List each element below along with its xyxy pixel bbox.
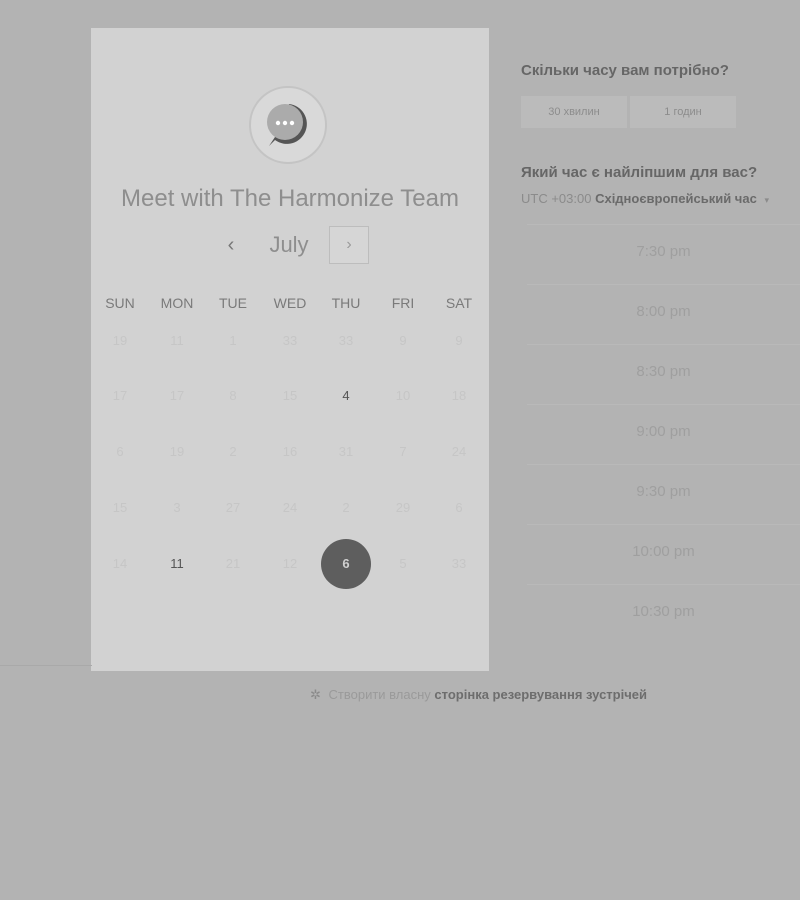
weekday-label: FRI xyxy=(391,295,415,311)
unavailable-day: 29 xyxy=(395,500,411,515)
unavailable-day: 24 xyxy=(282,500,298,515)
unavailable-day: 11 xyxy=(170,333,184,348)
weekday-label: THU xyxy=(331,295,361,311)
unavailable-day: 9 xyxy=(399,333,407,348)
duration-option-30-min[interactable]: 30 хвилин xyxy=(521,96,627,128)
available-day[interactable]: 11 xyxy=(152,539,202,589)
month-label: July xyxy=(269,232,309,257)
unavailable-day: 16 xyxy=(282,444,298,459)
unavailable-day: 24 xyxy=(451,444,467,459)
unavailable-day: 33 xyxy=(282,333,298,348)
unavailable-day: 33 xyxy=(338,333,354,348)
time-selection-panel: Скільки часу вам потрібно? 30 хвилин 1 г… xyxy=(521,0,800,900)
prev-month-button[interactable]: ‹ xyxy=(219,230,243,260)
unavailable-day: 2 xyxy=(342,500,350,515)
duration-option-1-hour[interactable]: 1 годин xyxy=(630,96,736,128)
footer: ✲ Створити власну сторінка резервування … xyxy=(310,687,647,703)
time-slot[interactable]: 10:00 pm xyxy=(527,524,800,578)
chat-bubble-icon xyxy=(267,104,307,146)
unavailable-day: 14 xyxy=(112,556,128,571)
timezone-name: Східноєвропейський час xyxy=(595,191,757,206)
weekday-label: TUE xyxy=(219,295,247,311)
unavailable-day: 9 xyxy=(455,333,463,348)
next-month-button[interactable]: › xyxy=(329,226,369,264)
unavailable-day: 19 xyxy=(112,333,128,348)
unavailable-day: 33 xyxy=(451,556,467,571)
unavailable-day: 31 xyxy=(338,444,354,459)
unavailable-day: 1 xyxy=(229,333,237,348)
unavailable-day: 17 xyxy=(169,388,185,403)
time-slot[interactable]: 9:00 pm xyxy=(527,404,800,458)
unavailable-day: 17 xyxy=(112,388,128,403)
sprocket-icon: ✲ xyxy=(310,687,321,702)
weekday-label: SAT xyxy=(445,295,473,311)
unavailable-day: 12 xyxy=(282,556,298,571)
unavailable-day: 18 xyxy=(451,388,467,403)
timezone-offset: UTC +03:00 xyxy=(521,191,592,206)
available-day[interactable]: 4 xyxy=(321,371,371,421)
unavailable-day: 15 xyxy=(112,500,128,515)
unavailable-day: 10 xyxy=(395,388,411,403)
booking-card: Meet with The Harmonize Team ‹ July › SU… xyxy=(91,28,489,671)
chevron-down-icon: ▾ xyxy=(764,195,769,205)
time-slot[interactable]: 9:30 pm xyxy=(527,464,800,518)
unavailable-day: 6 xyxy=(116,444,124,459)
time-slot[interactable]: 8:30 pm xyxy=(527,344,800,398)
divider xyxy=(0,665,92,666)
time-slot[interactable]: 8:00 pm xyxy=(527,284,800,338)
unavailable-day: 21 xyxy=(225,556,241,571)
weekday-label: SUN xyxy=(105,295,135,311)
unavailable-day: 5 xyxy=(399,556,407,571)
unavailable-day: 6 xyxy=(455,500,463,515)
weekday-label: WED xyxy=(273,295,307,311)
footer-prefix: Створити власну xyxy=(328,687,431,702)
unavailable-day: 2 xyxy=(229,444,237,459)
duration-question: Скільки часу вам потрібно? xyxy=(521,62,729,79)
time-slot[interactable]: 7:30 pm xyxy=(527,224,800,278)
time-slot[interactable]: 10:30 pm xyxy=(527,584,800,638)
avatar xyxy=(249,86,327,164)
weekday-label: MON xyxy=(160,295,194,311)
page-title: Meet with The Harmonize Team xyxy=(121,185,459,212)
unavailable-day: 15 xyxy=(282,388,298,403)
unavailable-day: 27 xyxy=(225,500,241,515)
unavailable-day: 8 xyxy=(229,388,237,403)
month-navigation: ‹ July › xyxy=(91,226,489,266)
timezone-selector[interactable]: UTC +03:00 Східноєвропейський час ▾ xyxy=(521,191,769,206)
selected-day[interactable]: 6 xyxy=(321,539,371,589)
time-question: Який час є найліпшим для вас? xyxy=(521,164,758,181)
unavailable-day: 19 xyxy=(169,444,185,459)
unavailable-day: 7 xyxy=(399,444,407,459)
create-booking-page-link[interactable]: сторінка резервування зустрічей xyxy=(434,687,647,702)
unavailable-day: 3 xyxy=(173,500,181,515)
